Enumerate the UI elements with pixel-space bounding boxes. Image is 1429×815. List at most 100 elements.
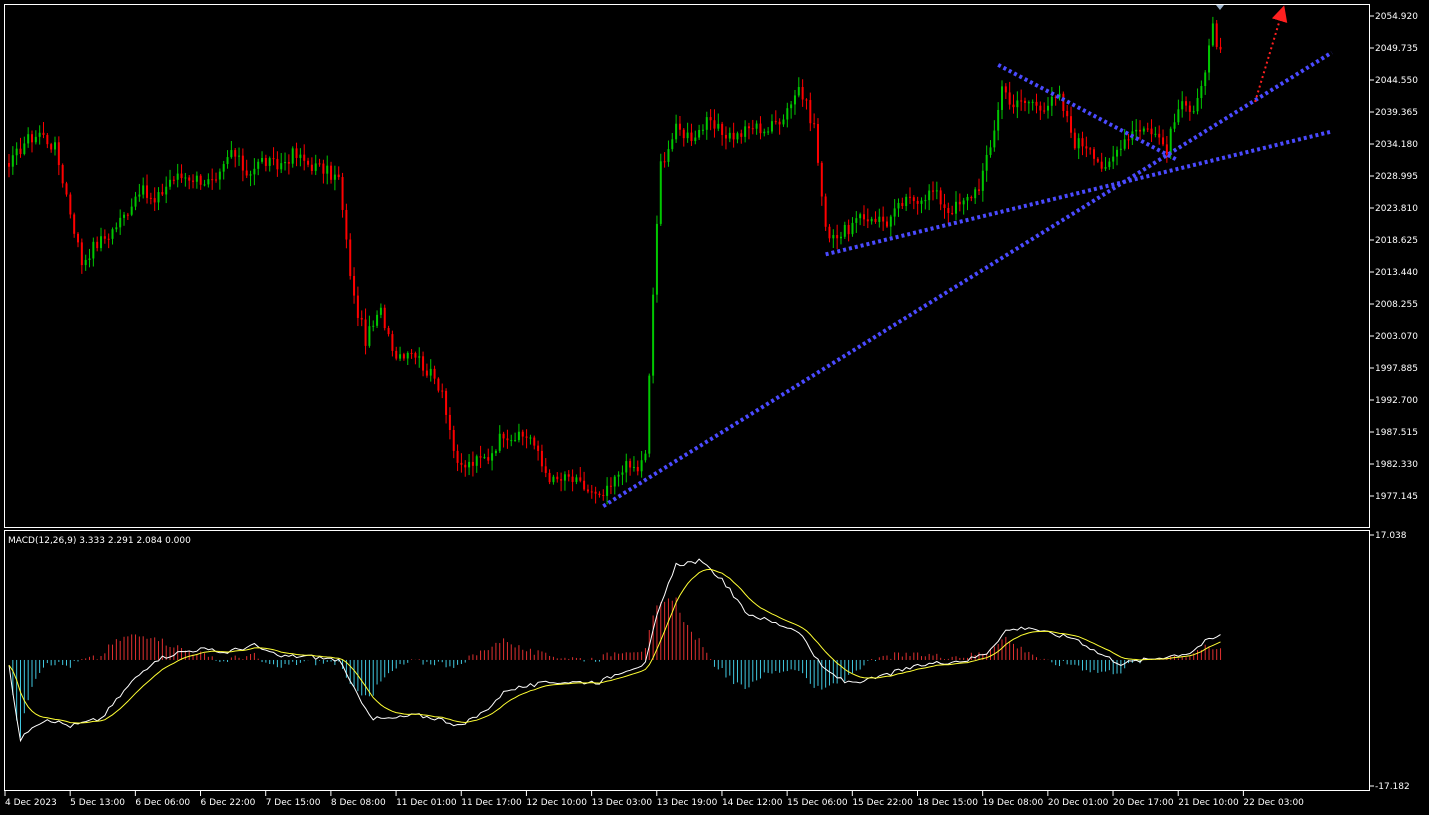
bull-candle-body xyxy=(494,450,497,454)
bear-candle-body xyxy=(50,144,53,150)
bear-candle-body xyxy=(383,307,386,329)
bull-candle-body xyxy=(510,440,513,442)
bear-candle-body xyxy=(1012,104,1015,108)
bull-candle-body xyxy=(855,218,858,223)
bear-candle-body xyxy=(663,161,666,163)
bull-candle-body xyxy=(291,148,294,164)
bear-candle-body xyxy=(525,436,528,438)
bear-candle-body xyxy=(1150,128,1153,135)
bull-candle-body xyxy=(1154,133,1157,135)
bull-candle-body xyxy=(157,192,160,203)
bear-candle-body xyxy=(42,132,45,135)
bear-candle-body xyxy=(866,219,869,222)
bear-candle-body xyxy=(445,390,448,415)
bear-candle-body xyxy=(330,165,333,180)
time-tick-label: 6 Dec 06:00 xyxy=(135,798,190,808)
bear-candle-body xyxy=(908,196,911,198)
bull-candle-body xyxy=(832,235,835,239)
bull-candle-body xyxy=(667,149,670,162)
bear-candle-body xyxy=(448,414,451,430)
time-tick-label: 5 Dec 13:00 xyxy=(70,798,125,808)
bull-candle-body xyxy=(203,184,206,186)
bear-candle-body xyxy=(1043,110,1046,112)
bear-candle-body xyxy=(916,200,919,204)
bear-candle-body xyxy=(360,317,363,320)
bull-candle-body xyxy=(797,87,800,96)
bear-candle-body xyxy=(540,450,543,467)
bull-candle-body xyxy=(176,173,179,180)
bear-candle-body xyxy=(732,132,735,140)
bull-candle-body xyxy=(429,368,432,376)
bull-candle-body xyxy=(617,474,620,477)
bear-candle-body xyxy=(882,216,885,222)
time-tick-label: 7 Dec 15:00 xyxy=(266,798,321,808)
bear-candle-body xyxy=(970,196,973,199)
bull-candle-body xyxy=(675,123,678,140)
bull-candle-body xyxy=(468,461,471,468)
bull-candle-body xyxy=(652,294,655,376)
bull-candle-body xyxy=(368,326,371,346)
bear-candle-body xyxy=(1070,116,1073,133)
bear-candle-body xyxy=(1035,101,1038,106)
bear-candle-body xyxy=(690,132,693,142)
bull-candle-body xyxy=(517,431,520,441)
bull-candle-body xyxy=(249,174,252,176)
bear-candle-body xyxy=(816,123,819,163)
bull-candle-body xyxy=(793,95,796,105)
bear-candle-body xyxy=(441,390,444,392)
bear-candle-body xyxy=(885,221,888,227)
bear-candle-body xyxy=(548,472,551,483)
bull-candle-body xyxy=(1211,23,1214,46)
bull-candle-body xyxy=(770,121,773,132)
price-tick-label: 2023.810 xyxy=(1375,204,1418,214)
bull-candle-body xyxy=(839,236,842,239)
bull-candle-body xyxy=(851,222,854,235)
bear-candle-body xyxy=(126,214,129,216)
bear-candle-body xyxy=(345,209,348,240)
macd-tick-label: 17.038 xyxy=(1375,531,1407,541)
bull-candle-body xyxy=(218,171,221,180)
bull-candle-body xyxy=(1169,128,1172,155)
price-tick-label: 2049.735 xyxy=(1375,44,1418,54)
bull-candle-body xyxy=(134,196,137,207)
bull-candle-body xyxy=(376,314,379,326)
bull-candle-body xyxy=(1031,101,1034,103)
bull-candle-body xyxy=(123,214,126,218)
bear-candle-body xyxy=(939,190,942,205)
bear-candle-body xyxy=(322,163,325,174)
bear-candle-body xyxy=(502,433,505,439)
time-tick-label: 11 Dec 01:00 xyxy=(396,798,457,808)
bear-candle-body xyxy=(349,239,352,276)
bull-candle-body xyxy=(529,437,532,439)
time-tick-label: 8 Dec 08:00 xyxy=(331,798,386,808)
bull-candle-body xyxy=(418,356,421,358)
bull-candle-body xyxy=(1104,167,1107,169)
bear-candle-body xyxy=(1162,137,1165,145)
bear-candle-body xyxy=(724,134,727,139)
bear-candle-body xyxy=(61,165,64,184)
bear-candle-body xyxy=(1024,100,1027,103)
bull-candle-body xyxy=(326,165,329,174)
bear-candle-body xyxy=(103,236,106,239)
time-tick-label: 15 Dec 06:00 xyxy=(787,798,848,808)
bear-candle-body xyxy=(1139,129,1142,132)
bull-candle-body xyxy=(728,132,731,139)
bear-candle-body xyxy=(805,99,808,101)
bull-candle-body xyxy=(27,134,30,144)
bear-candle-body xyxy=(172,179,175,181)
time-tick-label: 11 Dec 17:00 xyxy=(461,798,522,808)
bear-candle-body xyxy=(709,117,712,121)
time-tick-label: 18 Dec 15:00 xyxy=(917,798,978,808)
bear-candle-body xyxy=(353,275,356,296)
bull-candle-body xyxy=(333,174,336,180)
bull-candle-body xyxy=(230,150,233,158)
bear-candle-body xyxy=(590,491,593,493)
bear-candle-body xyxy=(1008,92,1011,105)
bull-candle-body xyxy=(786,108,789,120)
bear-candle-body xyxy=(318,163,321,165)
bear-candle-body xyxy=(387,328,390,335)
bull-candle-body xyxy=(893,208,896,217)
bear-candle-body xyxy=(1089,148,1092,150)
bear-candle-body xyxy=(579,477,582,481)
bull-candle-body xyxy=(1077,138,1080,149)
